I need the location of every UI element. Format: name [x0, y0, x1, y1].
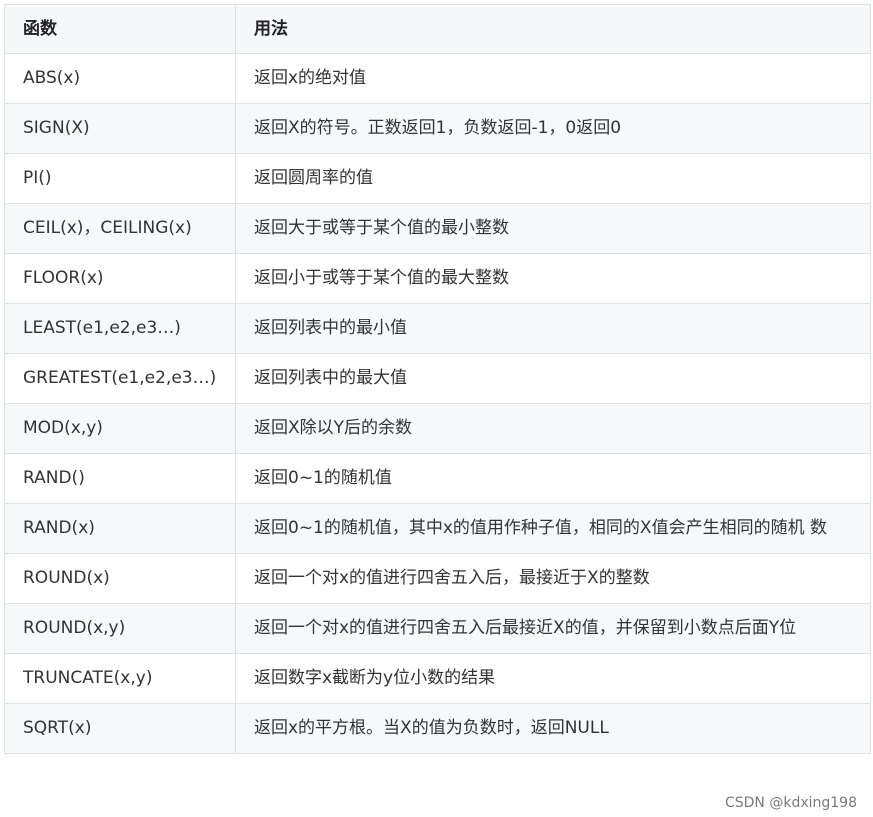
table-row: ABS(x) 返回x的绝对值: [4, 53, 871, 104]
table-row: FLOOR(x) 返回小于或等于某个值的最大整数: [4, 253, 871, 304]
table-row: RAND(x) 返回0~1的随机值，其中x的值用作种子值，相同的X值会产生相同的…: [4, 503, 871, 554]
table-row: CEIL(x)，CEILING(x) 返回大于或等于某个值的最小整数: [4, 203, 871, 254]
function-cell: RAND(): [4, 453, 236, 504]
function-cell: TRUNCATE(x,y): [4, 653, 236, 704]
table-row: SQRT(x) 返回x的平方根。当X的值为负数时，返回NULL: [4, 703, 871, 754]
functions-table: 函数 用法 ABS(x) 返回x的绝对值 SIGN(X) 返回X的符号。正数返回…: [4, 4, 871, 754]
function-cell: GREATEST(e1,e2,e3…): [4, 353, 236, 404]
usage-cell: 返回X的符号。正数返回1，负数返回-1，0返回0: [235, 103, 871, 154]
table-row: GREATEST(e1,e2,e3…) 返回列表中的最大值: [4, 353, 871, 404]
usage-cell: 返回列表中的最大值: [235, 353, 871, 404]
table-row: MOD(x,y) 返回X除以Y后的余数: [4, 403, 871, 454]
functions-table-container: 函数 用法 ABS(x) 返回x的绝对值 SIGN(X) 返回X的符号。正数返回…: [4, 4, 871, 754]
function-cell: ABS(x): [4, 53, 236, 104]
usage-cell: 返回一个对x的值进行四舍五入后，最接近于X的整数: [235, 553, 871, 604]
usage-cell: 返回大于或等于某个值的最小整数: [235, 203, 871, 254]
csdn-watermark: CSDN @kdxing198: [722, 795, 859, 811]
usage-cell: 返回小于或等于某个值的最大整数: [235, 253, 871, 304]
table-row: TRUNCATE(x,y) 返回数字x截断为y位小数的结果: [4, 653, 871, 704]
usage-cell: 返回x的平方根。当X的值为负数时，返回NULL: [235, 703, 871, 754]
usage-cell: 返回列表中的最小值: [235, 303, 871, 354]
usage-cell: 返回一个对x的值进行四舍五入后最接近X的值，并保留到小数点后面Y位: [235, 603, 871, 654]
function-cell: PI(): [4, 153, 236, 204]
table-header-row: 函数 用法: [4, 4, 871, 54]
function-cell: ROUND(x,y): [4, 603, 236, 654]
table-row: PI() 返回圆周率的值: [4, 153, 871, 204]
usage-cell: 返回X除以Y后的余数: [235, 403, 871, 454]
header-function: 函数: [4, 4, 236, 54]
function-cell: ROUND(x): [4, 553, 236, 604]
function-cell: FLOOR(x): [4, 253, 236, 304]
function-cell: MOD(x,y): [4, 403, 236, 454]
table-row: LEAST(e1,e2,e3…) 返回列表中的最小值: [4, 303, 871, 354]
function-cell: SIGN(X): [4, 103, 236, 154]
table-row: SIGN(X) 返回X的符号。正数返回1，负数返回-1，0返回0: [4, 103, 871, 154]
usage-cell: 返回0~1的随机值，其中x的值用作种子值，相同的X值会产生相同的随机 数: [235, 503, 871, 554]
table-row: RAND() 返回0~1的随机值: [4, 453, 871, 504]
table-row: ROUND(x,y) 返回一个对x的值进行四舍五入后最接近X的值，并保留到小数点…: [4, 603, 871, 654]
usage-cell: 返回数字x截断为y位小数的结果: [235, 653, 871, 704]
usage-cell: 返回0~1的随机值: [235, 453, 871, 504]
function-cell: SQRT(x): [4, 703, 236, 754]
table-row: ROUND(x) 返回一个对x的值进行四舍五入后，最接近于X的整数: [4, 553, 871, 604]
header-usage: 用法: [235, 4, 871, 54]
usage-cell: 返回x的绝对值: [235, 53, 871, 104]
function-cell: RAND(x): [4, 503, 236, 554]
function-cell: CEIL(x)，CEILING(x): [4, 203, 236, 254]
usage-cell: 返回圆周率的值: [235, 153, 871, 204]
function-cell: LEAST(e1,e2,e3…): [4, 303, 236, 354]
